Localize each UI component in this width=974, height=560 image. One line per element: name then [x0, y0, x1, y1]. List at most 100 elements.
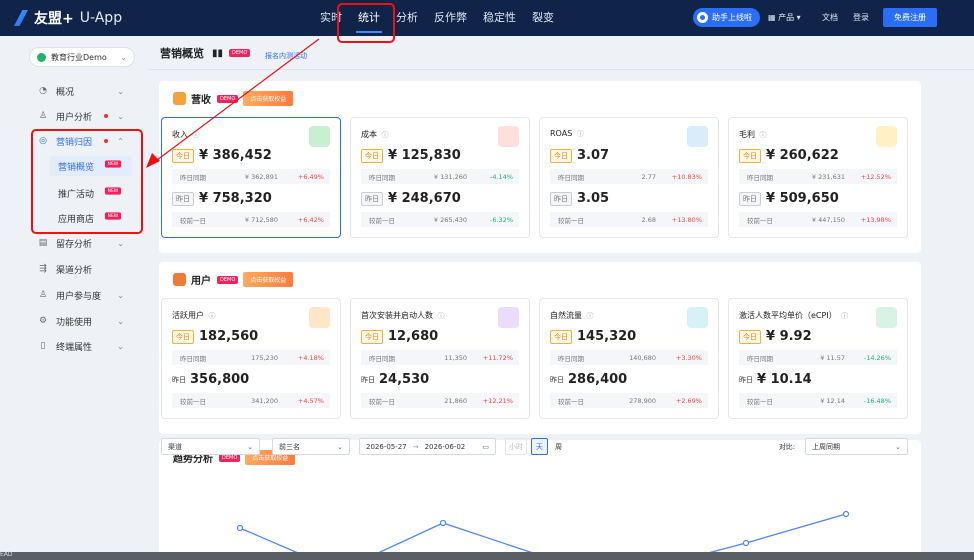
- yesterday-tag: 昨日: [172, 375, 186, 384]
- yesterday-value: 24,530: [379, 372, 430, 387]
- compare-value: 175,230: [251, 353, 278, 362]
- date-end: 2026-06-02: [424, 442, 466, 451]
- chevron-down-icon: ⌄: [117, 290, 124, 300]
- compare-value: 21,860: [444, 396, 467, 405]
- granularity-week[interactable]: 周: [550, 438, 567, 455]
- page-title: 营销概览 ▮▮ DEMO: [160, 45, 251, 61]
- today-tag: 今日: [361, 148, 383, 163]
- umeng-logo-icon: [14, 10, 28, 26]
- revenue-panel-header: 营收 DEMO 点击获取权益: [173, 91, 294, 106]
- today-value: ¥ 260,622: [766, 148, 839, 163]
- today-value-row: 今日 3.07: [550, 148, 609, 163]
- sidebar-item-engagement[interactable]: ♙ 用户参与度 ⌄: [38, 286, 138, 304]
- sidebar-item-user-analysis[interactable]: ♙ 用户分析 ⌄: [38, 107, 138, 125]
- today-tag: 今日: [550, 329, 572, 344]
- info-icon[interactable]: ⓘ: [587, 312, 594, 320]
- info-icon[interactable]: ⓘ: [841, 312, 848, 320]
- metric-card[interactable]: 毛利 ⓘ 今日 ¥ 260,622 昨日同期 ¥ 231,631 +12.52%…: [728, 117, 908, 238]
- compare-value: 278,900: [629, 396, 656, 405]
- sidebar-item-label: 留存分析: [56, 239, 93, 250]
- metric-card[interactable]: 首次安装并启动人数 ⓘ 今日 12,680 昨日同期 11,350 +11.72…: [350, 298, 530, 419]
- chevron-down-icon: ⌄: [117, 238, 124, 248]
- yesterday-tag: 昨日: [361, 375, 375, 384]
- top-navigation-bar: 友盟+ U-App 实时 统计 分析 反作弊 稳定性 裂变 助手上线啦 ▦ 产品…: [0, 0, 974, 36]
- today-tag: 今日: [739, 148, 761, 163]
- info-icon[interactable]: ⓘ: [193, 131, 200, 139]
- info-icon[interactable]: ⓘ: [438, 312, 445, 320]
- date-range-picker[interactable]: 2026-05-27 → 2026-06-02 ▭: [359, 438, 496, 455]
- trend-point: [236, 524, 244, 532]
- sidebar-item-overview[interactable]: ◔ 概况 ⌄: [38, 82, 138, 100]
- metric-card[interactable]: 自然流量 ⓘ 今日 145,320 昨日同期 140,680 +3.30% 昨日…: [539, 298, 719, 419]
- app-selector[interactable]: 教育行业Demo ⌄: [29, 47, 135, 67]
- roas-gauge-icon: [687, 126, 708, 147]
- compare-percent: +12.52%: [860, 172, 891, 181]
- info-icon[interactable]: ⓘ: [382, 131, 389, 139]
- grid-icon: ▦: [768, 13, 779, 22]
- products-menu[interactable]: ▦ 产品 ▾: [768, 0, 801, 36]
- metric-card[interactable]: ROAS ⓘ 今日 3.07 昨日同期 2.77 +10.83% 昨日 3.05…: [539, 117, 719, 238]
- info-icon[interactable]: ⓘ: [760, 131, 767, 139]
- get-benefits-button[interactable]: 点击获取权益: [243, 91, 294, 106]
- nav-stability[interactable]: 稳定性: [475, 0, 524, 36]
- beta-signup-link[interactable]: 报名内测活动: [265, 51, 307, 61]
- yesterday-tag: 昨日: [739, 375, 753, 384]
- assistant-label: 助手上线啦: [712, 13, 752, 22]
- info-icon[interactable]: ⓘ: [209, 312, 216, 320]
- nav-anti-cheat[interactable]: 反作弊: [426, 0, 475, 36]
- trend-series-line: [239, 527, 298, 552]
- granularity-hour[interactable]: 小时: [505, 438, 527, 455]
- compare-row: 昨日同期 2.77 +10.83%: [550, 169, 708, 184]
- compare-value: ¥ 362,891: [244, 172, 278, 181]
- metric-title-text: 收入: [172, 130, 188, 139]
- compare-label: 较前一日: [747, 397, 773, 406]
- compare-label: 昨日同期: [747, 354, 773, 363]
- bookmark-icon[interactable]: ▮▮: [212, 48, 223, 59]
- compare-select[interactable]: 上周同期 ⌄: [805, 438, 908, 455]
- top-n-select[interactable]: 前三名 ⌄: [272, 438, 350, 455]
- compare-percent: +6.42%: [297, 215, 324, 224]
- metric-title-text: 成本: [361, 130, 377, 139]
- compare-select-value: 上周同期: [812, 442, 840, 451]
- metric-card[interactable]: 激活人数平均单价（eCPI） ⓘ 今日 ¥ 9.92 昨日同期 ¥ 11.57 …: [728, 298, 908, 419]
- sidebar-item-device[interactable]: ▯ 终端属性 ⌄: [38, 337, 138, 355]
- nav-fission[interactable]: 裂变: [524, 0, 562, 36]
- docs-link[interactable]: 文档: [822, 0, 838, 36]
- signup-button[interactable]: 免费注册: [883, 8, 937, 27]
- metric-title-text: 活跃用户: [172, 311, 204, 320]
- metric-card[interactable]: 活跃用户 ⓘ 今日 182,560 昨日同期 175,230 +4.18% 昨日…: [161, 298, 341, 419]
- sidebar-item-channel[interactable]: ⇶ 渠道分析: [38, 260, 138, 278]
- login-link[interactable]: 登录: [853, 0, 869, 36]
- info-icon[interactable]: ⓘ: [577, 130, 584, 138]
- trend-point: [842, 510, 850, 518]
- metric-card[interactable]: 成本 ⓘ 今日 ¥ 125,830 昨日同期 ¥ 131,260 -4.14% …: [350, 117, 530, 238]
- compare-row: 昨日同期 140,680 +3.30%: [550, 350, 708, 365]
- engagement-icon: ♙: [38, 290, 48, 300]
- metric-card[interactable]: 收入 ⓘ 今日 ¥ 386,452 昨日同期 ¥ 362,891 +6.49% …: [161, 117, 341, 238]
- sidebar-item-retention[interactable]: ▤ 留存分析 ⌄: [38, 234, 138, 252]
- app-status-icon: [37, 52, 46, 62]
- today-value-row: 今日 12,680: [361, 329, 438, 344]
- assistant-button[interactable]: 助手上线啦: [693, 8, 760, 27]
- compare-label: 较前一日: [369, 397, 395, 406]
- metric-title-text: 毛利: [739, 130, 755, 139]
- sidebar-item-feature-usage[interactable]: ⚙ 功能使用 ⌄: [38, 312, 138, 330]
- compare-value: 2.77: [641, 172, 656, 181]
- compare-percent: +4.57%: [297, 396, 324, 405]
- demo-badge: DEMO: [217, 94, 239, 103]
- get-benefits-button[interactable]: 点击获取权益: [243, 272, 294, 287]
- compare-value: 11,350: [444, 353, 467, 362]
- channel-select[interactable]: 渠道 ⌄: [161, 438, 260, 455]
- yesterday-value: 286,400: [568, 372, 628, 387]
- sidebar-item-label: 用户分析: [56, 112, 93, 123]
- funnel-icon: [687, 307, 708, 328]
- metric-title: 活跃用户 ⓘ: [172, 310, 216, 321]
- sidebar-item-label: 终端属性: [56, 342, 93, 353]
- revenue-icon: [173, 92, 186, 105]
- granularity-day[interactable]: 天: [531, 438, 548, 455]
- user-analysis-icon: ♙: [38, 111, 48, 121]
- products-label: 产品: [778, 13, 795, 22]
- today-value: 145,320: [577, 329, 637, 344]
- brand-logo[interactable]: 友盟+ U-App: [14, 8, 122, 28]
- trend-point: [742, 539, 750, 547]
